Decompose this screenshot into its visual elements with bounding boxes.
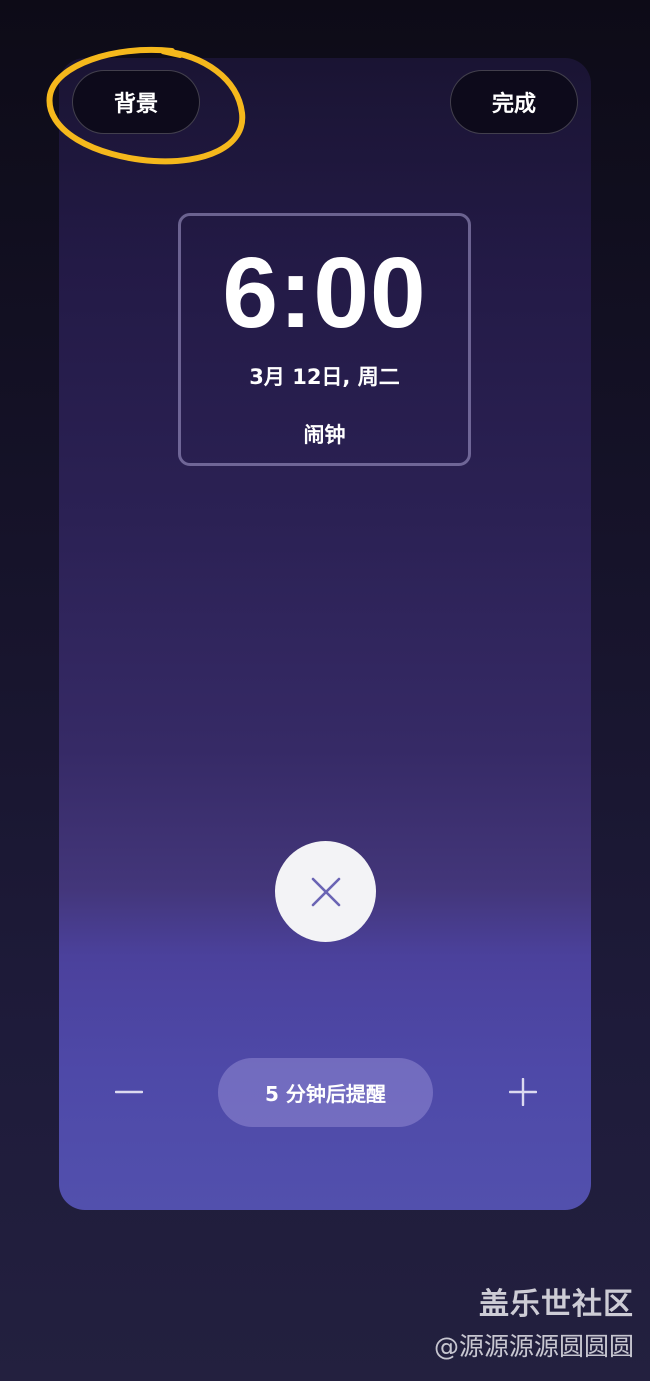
done-button-label: 完成 [491, 92, 536, 117]
plus-icon [509, 1078, 537, 1106]
clock-time: 6:00 [222, 237, 427, 349]
snooze-button[interactable]: 5 分钟后提醒 [218, 1058, 433, 1127]
clock-widget[interactable]: 6:00 3月 12日, 周二 闹钟 [178, 213, 471, 466]
increase-snooze-button[interactable] [499, 1068, 547, 1116]
done-button[interactable]: 完成 [450, 70, 578, 134]
close-icon [311, 877, 340, 906]
decrease-snooze-button[interactable] [105, 1068, 153, 1116]
watermark-user: @源源源源圆圆圆 [433, 1332, 634, 1361]
clock-date: 3月 12日, 周二 [249, 365, 400, 389]
dismiss-alarm-button[interactable] [275, 841, 376, 942]
snooze-label: 5 分钟后提醒 [265, 1082, 386, 1106]
background-button-label: 背景 [113, 92, 158, 117]
background-button[interactable]: 背景 [72, 70, 200, 134]
minus-icon [115, 1090, 143, 1094]
alarm-label: 闹钟 [303, 423, 346, 447]
watermark-title: 盖乐世社区 [479, 1287, 634, 1322]
